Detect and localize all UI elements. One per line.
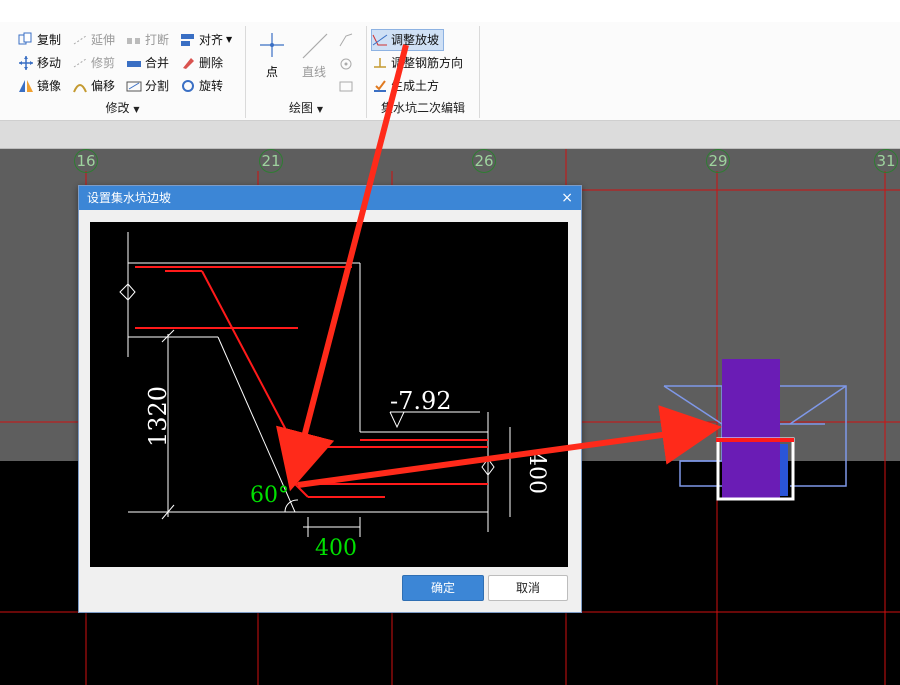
point-icon (260, 33, 284, 57)
extend-icon (72, 32, 88, 48)
generate-earthwork-label: 生成土方 (391, 79, 440, 93)
rotate-button[interactable]: 旋转 (180, 76, 223, 96)
chevron-down-icon: ▼ (226, 35, 233, 44)
cancel-button[interactable]: 取消 (488, 575, 568, 601)
mirror-label: 镜像 (37, 79, 62, 93)
merge-button[interactable]: 合并 (126, 53, 169, 73)
title-bar (0, 0, 900, 23)
break-icon (126, 32, 142, 48)
diagram-rebar-lines (135, 266, 488, 498)
extend-button[interactable]: 延伸 (72, 30, 115, 50)
align-button[interactable]: 对齐 ▼ (180, 30, 232, 50)
align-label: 对齐 (199, 33, 224, 47)
draw-group: 点 直线 绘图 ▼ (246, 26, 367, 118)
adjust-rebar-label: 调整钢筋方向 (391, 56, 464, 70)
modify-group-label[interactable]: 修改 ▼ (0, 99, 245, 116)
pit-blue-edge (780, 444, 788, 496)
line-icon (302, 33, 328, 59)
ok-button[interactable]: 确定 (402, 575, 484, 601)
ribbon: 复制 延伸 打断 对齐 ▼ 移动 修剪 合并 删除 镜像 偏移 分割 旋转 修改… (0, 22, 900, 121)
line-button[interactable]: 直线 (296, 30, 332, 80)
depth-label: 1320 (144, 386, 172, 447)
close-icon[interactable]: × (561, 186, 573, 210)
rotate-icon (180, 78, 196, 94)
generate-earthwork-button[interactable]: 生成土方 (372, 76, 439, 96)
move-button[interactable]: 移动 (18, 53, 61, 73)
mirror-icon (18, 78, 34, 94)
toolbar-strip (0, 121, 900, 149)
merge-icon (126, 55, 142, 71)
copy-icon (18, 32, 34, 48)
earthwork-icon (372, 78, 388, 94)
trim-icon (72, 55, 88, 71)
merge-label: 合并 (145, 56, 170, 70)
move-icon (18, 55, 34, 71)
dialog-title-bar: 设置集水坑边坡 × (79, 186, 581, 210)
break-label: 打断 (145, 33, 170, 47)
trim-button[interactable]: 修剪 (72, 53, 115, 73)
rotate-label: 旋转 (199, 79, 224, 93)
split-label: 分割 (145, 79, 170, 93)
modify-group: 复制 延伸 打断 对齐 ▼ 移动 修剪 合并 删除 镜像 偏移 分割 旋转 修改… (0, 26, 246, 118)
delete-button[interactable]: 删除 (180, 53, 223, 73)
dialog-title: 设置集水坑边坡 (87, 191, 172, 205)
eraser-icon (180, 55, 196, 71)
offset-label: 偏移 (91, 79, 116, 93)
thickness-label: 400 (524, 452, 549, 494)
trim-label: 修剪 (91, 56, 116, 70)
move-label: 移动 (37, 56, 62, 70)
extend-label: 延伸 (91, 33, 116, 47)
rebar-icon (372, 55, 388, 71)
pit-purple-block (722, 359, 780, 499)
axis-label-29: 29 (706, 149, 730, 173)
delete-label: 删除 (199, 56, 224, 70)
break-button[interactable]: 打断 (126, 30, 169, 50)
offset-button[interactable]: 偏移 (72, 76, 115, 96)
axis-label-21: 21 (259, 149, 283, 173)
pit-edit-group: 调整放坡 调整钢筋方向 生成土方 集水坑二次编辑 (367, 26, 480, 118)
rectangle-icon[interactable] (338, 78, 354, 97)
copy-button[interactable]: 复制 (18, 30, 61, 50)
draw-group-label[interactable]: 绘图 ▼ (246, 99, 366, 116)
axis-label-31: 31 (874, 149, 898, 173)
offset-icon (72, 78, 88, 94)
arc-icon[interactable] (338, 32, 354, 51)
chevron-down-icon: ▼ (133, 105, 140, 114)
point-button[interactable]: 点 (256, 30, 288, 80)
copy-label: 复制 (37, 33, 62, 47)
diagram-white-lines (119, 232, 511, 537)
elevation-label: -7.92 (390, 387, 452, 415)
slope-diagram: -7.92 1320 60° 400 400 (90, 222, 568, 567)
width-label: 400 (315, 536, 357, 561)
set-pit-slope-dialog: 设置集水坑边坡 × -7.92 1320 60° 400 400 确定 取消 (78, 185, 582, 613)
adjust-slope-button[interactable]: 调整放坡 (371, 29, 445, 51)
axis-label-16: 16 (74, 149, 98, 173)
align-icon (180, 32, 196, 48)
pit-edit-group-label: 集水坑二次编辑 (380, 101, 465, 115)
circle-icon[interactable] (338, 56, 354, 75)
point-label: 点 (265, 65, 278, 79)
axis-label-26: 26 (472, 149, 496, 173)
split-icon (126, 78, 142, 94)
slope-icon (372, 32, 388, 48)
mirror-button[interactable]: 镜像 (18, 76, 61, 96)
angle-label: 60° (250, 483, 289, 508)
adjust-rebar-button[interactable]: 调整钢筋方向 (372, 53, 463, 73)
slope-diagram-svg: -7.92 1320 60° 400 400 (119, 232, 549, 561)
split-button[interactable]: 分割 (126, 76, 169, 96)
line-label: 直线 (301, 65, 326, 79)
adjust-slope-label: 调整放坡 (391, 33, 440, 47)
chevron-down-icon: ▼ (316, 105, 323, 114)
